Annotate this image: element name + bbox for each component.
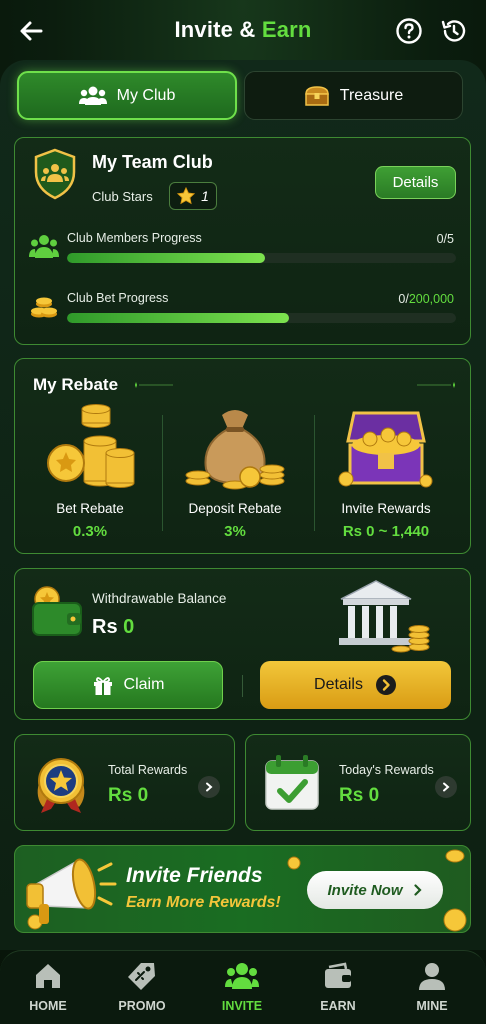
nav-promo-label: PROMO	[118, 999, 166, 1013]
balance-value: Rs 0	[92, 616, 134, 639]
wallet-icon	[32, 586, 82, 636]
todays-rewards-card[interactable]: Today's Rewards Rs 0	[245, 734, 471, 831]
balance-label: Withdrawable Balance	[92, 591, 227, 606]
invite-rewards-value: Rs 0 ~ 1,440	[342, 523, 430, 540]
tab-treasure[interactable]: Treasure	[244, 71, 463, 120]
money-bag-icon	[185, 410, 285, 490]
nav-home-label: HOME	[29, 999, 67, 1013]
members-progress-fill	[67, 253, 266, 263]
invite-headline: Invite Friends	[126, 864, 263, 887]
members-group-icon	[29, 235, 59, 258]
total-rewards-card[interactable]: Total Rewards Rs 0	[14, 734, 235, 831]
bet-rebate-label: Bet Rebate	[56, 501, 124, 516]
help-icon[interactable]	[395, 17, 423, 45]
invite-now-button[interactable]: Invite Now	[307, 871, 443, 909]
todays-rewards-value: Rs 0	[339, 785, 380, 806]
header: Invite & Earn	[0, 0, 486, 62]
balance-amount: 0	[123, 616, 135, 638]
promo-tag-icon	[128, 963, 155, 990]
gift-icon	[93, 677, 112, 695]
bet-progress-fill	[67, 313, 289, 323]
nav-mine[interactable]: MINE	[387, 961, 477, 1023]
treasure-chest-icon	[305, 85, 329, 106]
nav-earn-label: EARN	[320, 999, 356, 1013]
deposit-rebate-value: 3%	[224, 523, 246, 540]
chevron-right-circle-icon	[375, 675, 396, 695]
bank-icon	[339, 580, 430, 653]
bet-rebate-value: 0.3%	[72, 523, 108, 540]
nav-invite[interactable]: INVITE	[197, 961, 287, 1023]
coin-decoration	[443, 908, 467, 932]
coins-icon	[31, 297, 57, 318]
tab-treasure-label: Treasure	[339, 86, 404, 104]
tab-my-club-label: My Club	[116, 86, 176, 104]
nav-earn[interactable]: EARN	[293, 961, 383, 1023]
sparkle-line-decoration	[417, 382, 455, 388]
bet-progress-value: 0/200,000	[398, 292, 454, 306]
nav-home[interactable]: HOME	[3, 961, 93, 1023]
members-progress-bar	[67, 253, 456, 263]
club-stars-count: 1	[201, 188, 209, 204]
club-stars-label: Club Stars	[92, 189, 153, 204]
group-icon	[225, 963, 259, 989]
total-rewards-value: Rs 0	[108, 785, 149, 806]
calendar-check-icon	[265, 755, 319, 810]
home-icon	[36, 964, 60, 988]
club-stars-badge: 1	[169, 182, 217, 210]
chevron-right-icon[interactable]	[435, 776, 457, 798]
members-progress-value: 0/5	[436, 232, 454, 246]
withdrawable-balance-card: Withdrawable Balance Rs 0 Claim Details	[14, 568, 471, 720]
coin-decoration	[287, 856, 301, 870]
deposit-rebate-item[interactable]: Deposit Rebate 3%	[160, 403, 310, 553]
sparkle-line-decoration	[135, 382, 173, 388]
chevron-right-icon	[413, 884, 422, 896]
claim-button-label: Claim	[123, 676, 165, 693]
invite-subline: Earn More Rewards!	[126, 894, 281, 911]
nav-invite-label: INVITE	[221, 999, 263, 1013]
bet-progress-target: 200,000	[408, 292, 454, 306]
invite-rewards-label: Invite Rewards	[341, 501, 431, 516]
deposit-rebate-label: Deposit Rebate	[188, 501, 282, 516]
bottom-navigation: HOME PROMO INVITE EARN MINE	[0, 950, 486, 1024]
tab-my-club[interactable]: My Club	[17, 71, 237, 120]
bet-progress-label: Club Bet Progress	[67, 291, 169, 305]
treasure-chest-icon	[338, 411, 433, 488]
club-shield-icon	[34, 148, 76, 200]
history-icon[interactable]	[440, 17, 468, 45]
group-icon	[78, 86, 107, 105]
total-rewards-label: Total Rewards	[108, 763, 188, 777]
title-part-2: Earn	[261, 17, 312, 42]
balance-details-label: Details	[314, 676, 363, 693]
club-title: My Team Club	[92, 152, 213, 172]
title-part-1: Invite &	[174, 17, 256, 42]
chevron-right-icon[interactable]	[198, 776, 220, 798]
divider	[242, 675, 243, 697]
star-icon	[177, 187, 196, 205]
coin-stack-icon	[47, 404, 135, 488]
todays-rewards-label: Today's Rewards	[339, 763, 434, 777]
rebate-card: My Rebate Bet Rebate 0.3% Deposit Rebate…	[14, 358, 471, 554]
wallet-icon	[325, 962, 351, 988]
coin-decoration	[445, 849, 465, 863]
team-club-card: My Team Club Club Stars 1 Details Club M…	[14, 137, 471, 345]
megaphone-icon	[26, 858, 117, 930]
members-progress-label: Club Members Progress	[67, 231, 202, 245]
balance-currency: Rs	[92, 616, 118, 638]
balance-details-button[interactable]: Details	[260, 661, 451, 709]
person-icon	[419, 963, 445, 990]
bet-progress-bar	[67, 313, 456, 323]
invite-rewards-item[interactable]: Invite Rewards Rs 0 ~ 1,440	[311, 403, 461, 553]
claim-button[interactable]: Claim	[33, 661, 223, 709]
invite-now-label: Invite Now	[327, 881, 403, 899]
bet-rebate-item[interactable]: Bet Rebate 0.3%	[15, 403, 165, 553]
nav-promo[interactable]: PROMO	[97, 961, 187, 1023]
rebate-title: My Rebate	[33, 375, 119, 394]
invite-friends-banner[interactable]: Invite Friends Earn More Rewards! Invite…	[14, 845, 471, 933]
nav-mine-label: MINE	[416, 999, 448, 1013]
bet-progress-current: 0/	[398, 292, 409, 306]
club-details-button[interactable]: Details	[375, 166, 456, 199]
medal-star-icon	[37, 758, 85, 813]
